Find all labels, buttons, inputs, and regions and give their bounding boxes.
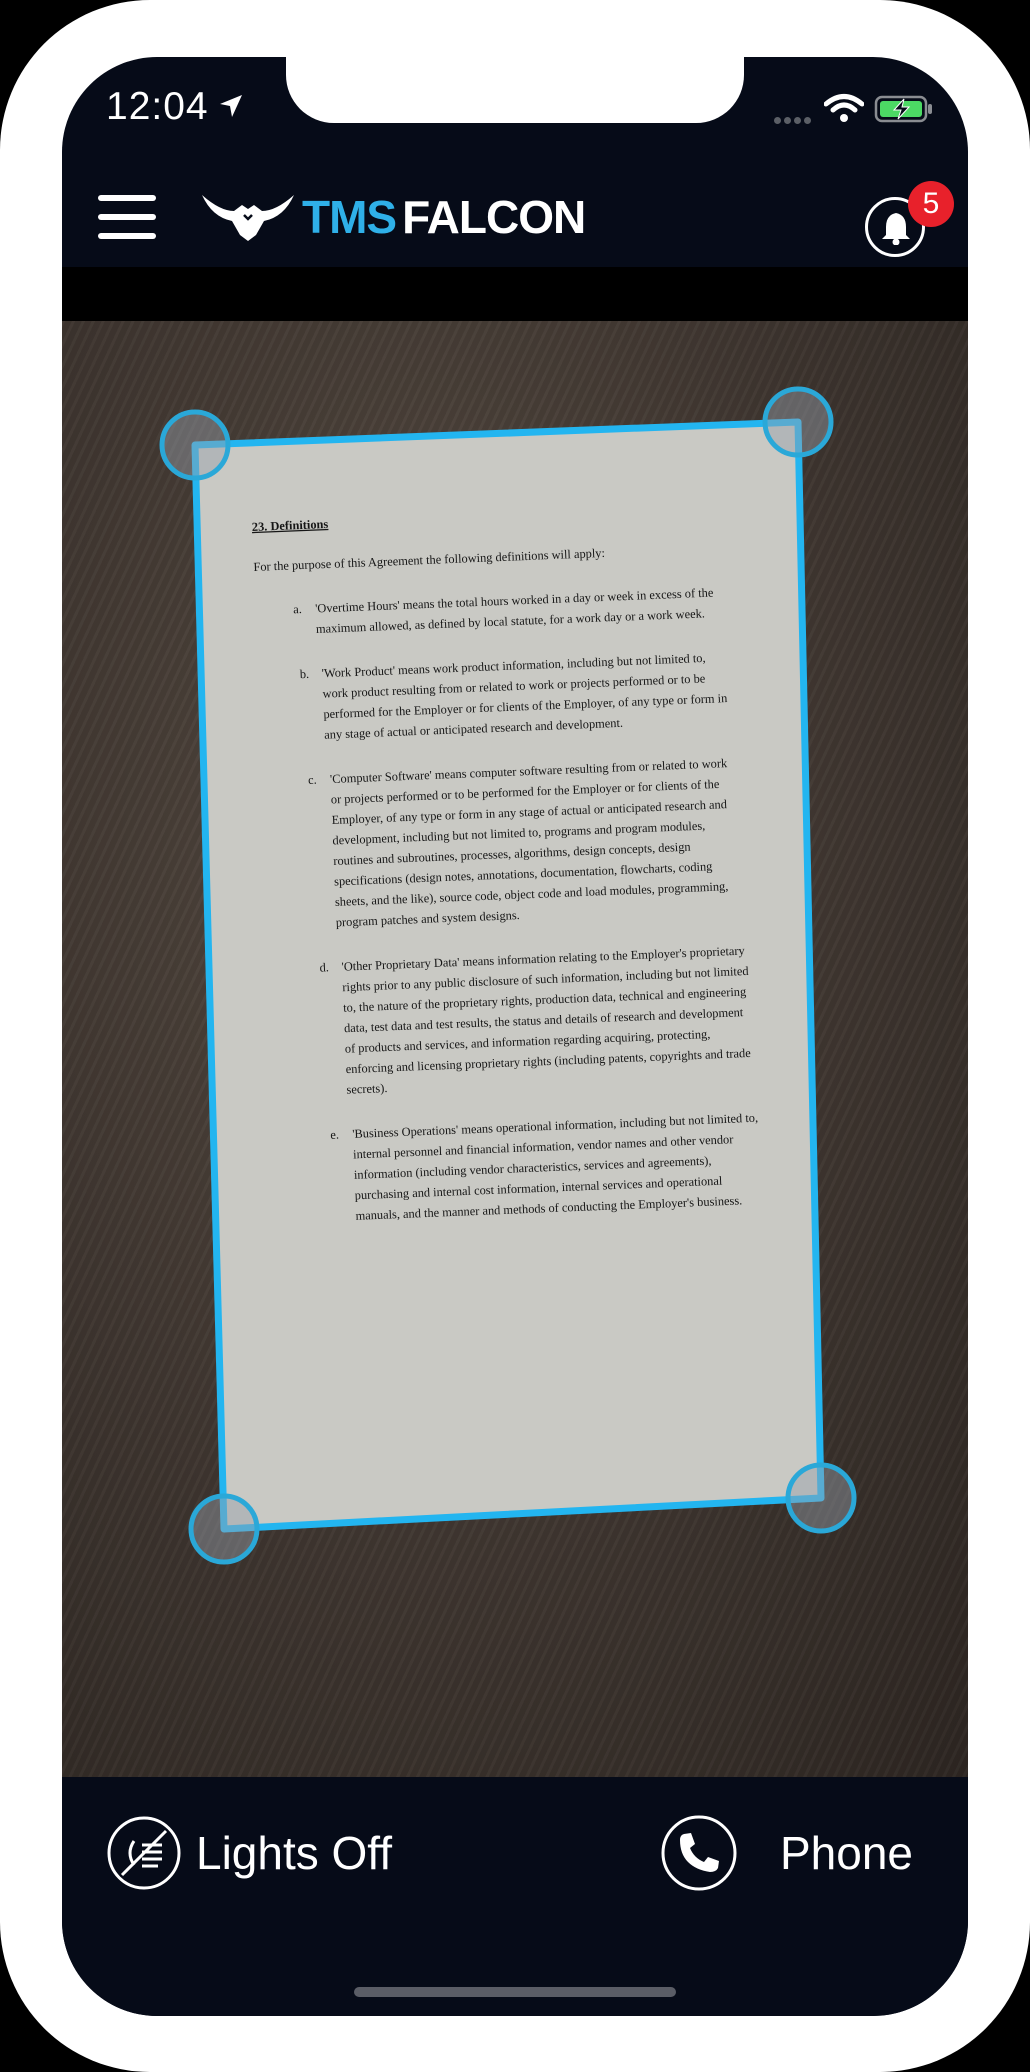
document-scan-overlay: 23. DefinitionsFor the purpose of this A… — [159, 386, 857, 1565]
crop-handle-bottom-right[interactable] — [785, 1462, 857, 1534]
device-side-button — [0, 392, 6, 532]
brand-name-primary: TMS — [302, 191, 397, 243]
battery-charging-icon — [874, 95, 932, 123]
device-notch — [286, 57, 744, 123]
phone-button[interactable]: Phone — [660, 1813, 913, 1893]
hamburger-menu-icon[interactable] — [98, 195, 158, 239]
cellular-signal-icon — [774, 111, 814, 129]
device-side-button — [1024, 436, 1030, 656]
bottom-action-bar: Lights Off Phone — [62, 1777, 968, 2016]
phone-label: Phone — [780, 1827, 914, 1879]
app-header: TMS FALCON 5 — [62, 157, 968, 267]
status-time: 12:04 — [106, 85, 209, 128]
bell-icon — [882, 213, 910, 245]
camera-top-strip — [62, 267, 968, 321]
crop-handle-bottom-left[interactable] — [188, 1493, 260, 1565]
location-arrow-icon — [220, 95, 242, 117]
falcon-logo-icon — [202, 195, 294, 241]
app-logo: TMS FALCON — [200, 189, 586, 245]
camera-preview: 23. DefinitionsFor the purpose of this A… — [62, 321, 968, 1777]
lights-off-button[interactable]: Lights Off — [106, 1813, 392, 1893]
wifi-icon — [824, 94, 864, 122]
device-side-button — [0, 560, 6, 700]
home-indicator[interactable] — [354, 1987, 676, 1997]
crop-handle-top-right[interactable] — [762, 386, 834, 458]
crop-handle-top-left[interactable] — [159, 409, 231, 481]
notification-count-badge: 5 — [908, 181, 954, 227]
lights-off-label: Lights Off — [196, 1827, 393, 1879]
brand-name-secondary: FALCON — [402, 191, 586, 243]
phone-icon — [661, 1815, 737, 1891]
lights-off-icon — [107, 1816, 181, 1890]
phone-screen: 12:04 TMS FALCON 5 23. DefinitionsFor th… — [62, 57, 968, 2016]
device-side-button — [0, 258, 6, 328]
